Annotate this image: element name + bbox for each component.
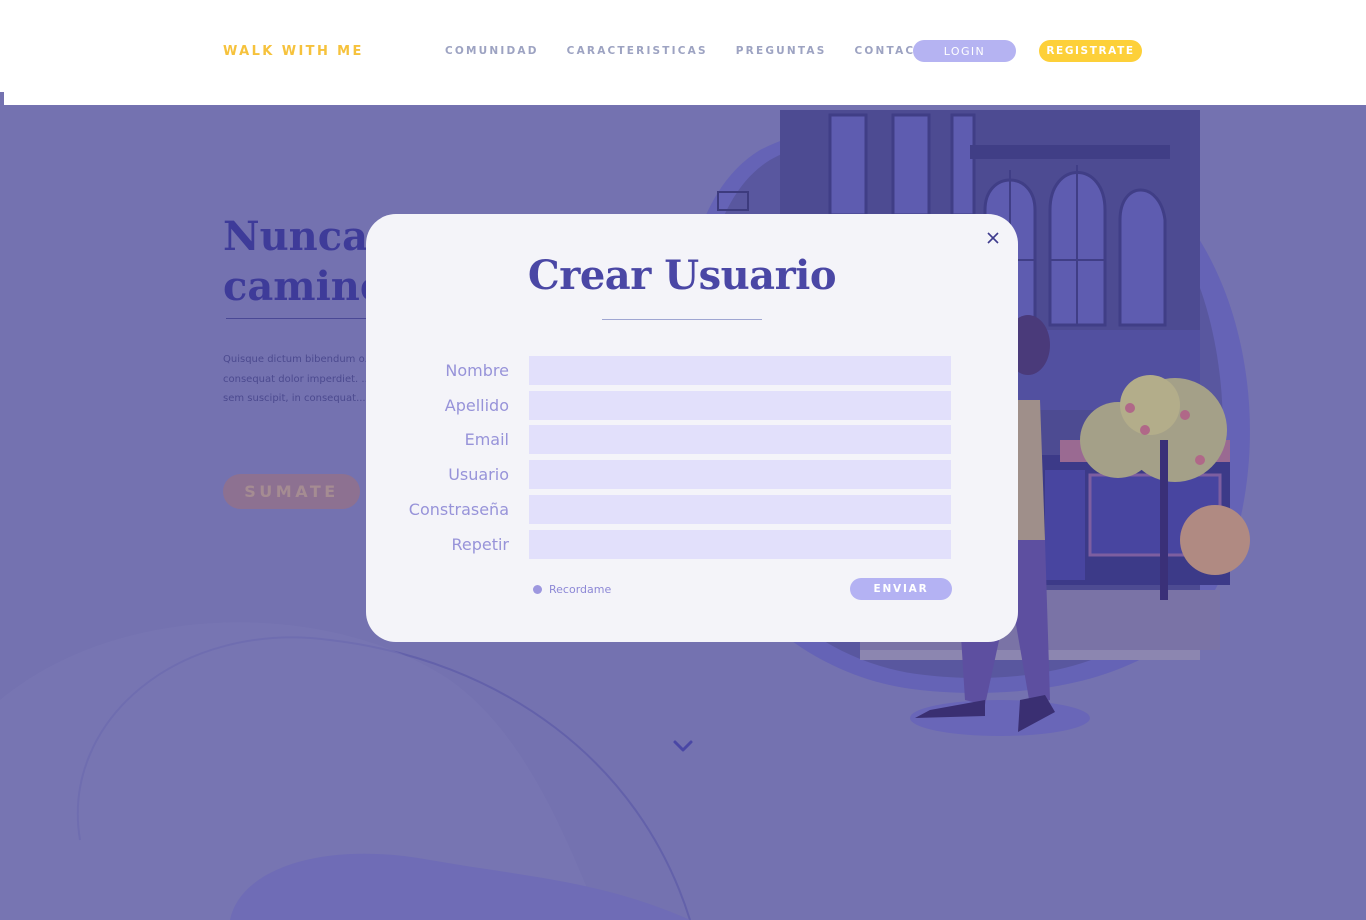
- remember-radio[interactable]: [533, 585, 542, 594]
- form-row-repetir: Repetir: [366, 530, 1018, 559]
- usuario-label: Usuario: [448, 465, 509, 484]
- sumate-button[interactable]: SUMATE: [223, 474, 360, 509]
- nav-link-comunidad[interactable]: COMUNIDAD: [445, 45, 539, 57]
- repeat-password-label: Repetir: [451, 535, 509, 554]
- apellido-label: Apellido: [444, 396, 509, 415]
- register-button[interactable]: REGISTRATE: [1039, 40, 1142, 62]
- form-row-apellido: Apellido: [366, 391, 1018, 420]
- navbar: WALK WITH ME COMUNIDAD CARACTERISTICAS P…: [0, 0, 1366, 105]
- remember-label: Recordame: [549, 583, 612, 596]
- form-row-password: Constraseña: [366, 495, 1018, 524]
- close-icon[interactable]: [985, 230, 1001, 246]
- apellido-input[interactable]: [529, 391, 951, 420]
- create-user-modal: Crear Usuario Nombre Apellido Email Usua…: [366, 214, 1018, 642]
- modal-title: Crear Usuario: [527, 252, 837, 299]
- password-input[interactable]: [529, 495, 951, 524]
- usuario-input[interactable]: [529, 460, 951, 489]
- modal-title-divider: [602, 319, 762, 320]
- form-row-email: Email: [366, 425, 1018, 454]
- nombre-input[interactable]: [529, 356, 951, 385]
- email-input[interactable]: [529, 425, 951, 454]
- form-row-nombre: Nombre: [366, 356, 1018, 385]
- login-button[interactable]: LOGIN: [913, 40, 1016, 62]
- chevron-down-icon[interactable]: [672, 739, 694, 753]
- remember-me-option[interactable]: Recordame: [533, 583, 611, 596]
- nav-links: COMUNIDAD CARACTERISTICAS PREGUNTAS CONT…: [445, 45, 936, 57]
- nav-link-preguntas[interactable]: PREGUNTAS: [736, 45, 827, 57]
- nombre-label: Nombre: [445, 361, 509, 380]
- repeat-password-input[interactable]: [529, 530, 951, 559]
- email-label: Email: [464, 430, 509, 449]
- brand-logo[interactable]: WALK WITH ME: [223, 44, 364, 59]
- nav-link-caracteristicas[interactable]: CARACTERISTICAS: [567, 45, 708, 57]
- form-row-usuario: Usuario: [366, 460, 1018, 489]
- password-label: Constraseña: [408, 500, 509, 519]
- send-button[interactable]: ENVIAR: [850, 578, 952, 600]
